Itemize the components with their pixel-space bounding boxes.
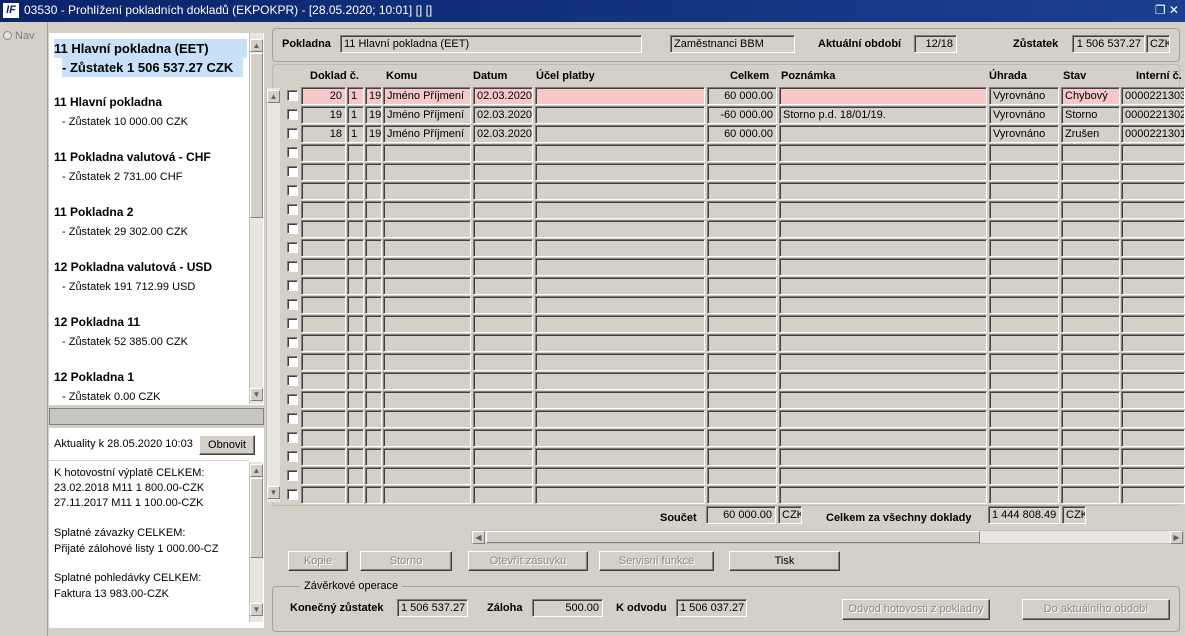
storno-button[interactable]: Storno	[360, 551, 452, 571]
window-controls[interactable]: ❐ ✕	[1155, 3, 1179, 17]
refresh-button[interactable]: Obnovit	[199, 435, 255, 455]
table-panel	[272, 64, 1180, 506]
closing-title: Závěrkové operace	[300, 580, 403, 592]
nav-strip: Nav	[0, 22, 48, 636]
service-button[interactable]: Servisní funkce	[599, 551, 714, 571]
cashbox-name: 12 Pokladna 11	[54, 315, 141, 329]
pokladna-label: Pokladna	[282, 38, 331, 50]
radio-icon	[3, 31, 12, 40]
sum-currency[interactable]: CZK	[778, 506, 802, 524]
info-line: Přijaté zálohové listy 1 000.00-CZ	[54, 543, 219, 555]
all-total-currency[interactable]: CZK	[1062, 506, 1086, 524]
actuality-label: Aktuality k 28.05.2020 10:03	[54, 438, 193, 450]
scroll-left-icon[interactable]: ◀	[472, 531, 485, 544]
print-button[interactable]: Tisk	[729, 551, 840, 571]
cashbox-balance: - Zůstatek 191 712.99 USD	[62, 281, 196, 293]
info-scrollbar[interactable]: ▲ ▼	[249, 462, 263, 622]
balance-field[interactable]: 1 506 537.27	[1072, 35, 1145, 53]
cashbox-item[interactable]: 12 Pokladna 11 - Zůstatek 52 385.00 CZK	[49, 315, 249, 355]
cashbox-balance: - Zůstatek 52 385.00 CZK	[62, 336, 188, 348]
all-total-field[interactable]: 1 444 808.49	[988, 506, 1060, 524]
scroll-thumb[interactable]	[250, 478, 263, 558]
cashbox-name: 12 Pokladna 1	[54, 370, 135, 384]
info-line: Splatné závazky CELKEM:	[54, 527, 186, 539]
column-header[interactable]: Datum	[473, 70, 507, 82]
scroll-up-icon[interactable]: ▲	[267, 90, 280, 103]
scroll-right-icon[interactable]: ▶	[1170, 531, 1183, 544]
column-header[interactable]: Úhrada	[989, 70, 1027, 82]
column-header[interactable]: Interní č.	[1136, 70, 1182, 82]
cashbox-item[interactable]: 12 Pokladna 1 - Zůstatek 0.00 CZK	[49, 370, 249, 410]
cashbox-balance: - Zůstatek 10 000.00 CZK	[62, 116, 188, 128]
advance-field[interactable]: 500.00	[532, 599, 603, 617]
cashbox-name: 11 Pokladna valutová - CHF	[54, 150, 211, 164]
cashbox-balance: - Zůstatek 0.00 CZK	[62, 391, 161, 403]
advance-label: Záloha	[487, 602, 523, 614]
transfer-label: K odvodu	[616, 602, 667, 614]
balance-label: Zůstatek	[1013, 38, 1059, 50]
scroll-up-icon[interactable]: ▲	[250, 39, 263, 52]
scroll-down-icon[interactable]: ▼	[250, 388, 263, 401]
cashbox-item[interactable]: 12 Pokladna valutová - USD - Zůstatek 19…	[49, 260, 249, 300]
window-title: 03530 - Prohlížení pokladních dokladů (E…	[24, 3, 433, 17]
to-current-period-button[interactable]: Do aktuálního období	[1022, 599, 1170, 620]
cashbox-item[interactable]: 11 Hlavní pokladna (EET) - Zůstatek 1 50…	[49, 39, 249, 79]
info-line: 27.11.2017 M11 1 100.00-CZK	[54, 497, 204, 509]
final-balance-label: Konečný zůstatek	[290, 602, 384, 614]
list-splitter[interactable]	[49, 408, 264, 425]
column-header[interactable]: Komu	[386, 70, 417, 82]
cashbox-balance: - Zůstatek 1 506 537.27 CZK	[62, 58, 243, 77]
cashbox-scrollbar[interactable]: ▲ ▼	[249, 33, 263, 404]
cashbox-list[interactable]: 11 Hlavní pokladna (EET) - Zůstatek 1 50…	[49, 33, 264, 405]
pokladna-field[interactable]: 11 Hlavní pokladna (EET)	[340, 35, 642, 53]
cash-transfer-button[interactable]: Odvod hotovosti z pokladny	[842, 599, 990, 620]
period-label: Aktuální období	[818, 38, 902, 50]
cashbox-balance: - Zůstatek 29 302.00 CZK	[62, 226, 188, 238]
cashbox-name: 11 Hlavní pokladna (EET)	[54, 39, 247, 58]
column-header[interactable]: Stav	[1063, 70, 1086, 82]
cashbox-name: 12 Pokladna valutová - USD	[54, 260, 213, 274]
info-line: Faktura 13 983.00-CZK	[54, 588, 169, 600]
info-line: Splatné pohledávky CELKEM:	[54, 572, 202, 584]
column-header[interactable]: Poznámka	[781, 70, 835, 82]
table-scrollbar[interactable]: ▲ ▼	[266, 88, 280, 502]
balance-currency[interactable]: CZK	[1146, 35, 1170, 53]
cashbox-item[interactable]: 11 Pokladna 2 - Zůstatek 29 302.00 CZK	[49, 205, 249, 245]
group-field[interactable]: Zaměstnanci BBM	[670, 35, 795, 53]
info-line: 23.02.2018 M11 1 800.00-CZK	[54, 482, 205, 494]
divider	[49, 460, 249, 461]
info-panel: Aktuality k 28.05.2020 10:03 Obnovit K h…	[49, 428, 264, 628]
nav-toggle[interactable]: Nav	[3, 30, 35, 42]
title-bar: IF 03530 - Prohlížení pokladních dokladů…	[0, 0, 1185, 22]
copy-button[interactable]: Kopie	[288, 551, 348, 571]
period-field[interactable]: 12/18	[914, 35, 957, 53]
column-header[interactable]: Doklad č.	[310, 70, 359, 82]
app-logo: IF	[3, 3, 19, 18]
info-line: K hotovostní výplatě CELKEM:	[54, 467, 205, 479]
final-balance-field[interactable]: 1 506 537.27	[397, 599, 468, 617]
sum-label: Součet	[660, 512, 697, 524]
hscroll-thumb[interactable]	[486, 531, 980, 543]
transfer-field[interactable]: 1 506 037.27	[676, 599, 747, 617]
scroll-thumb[interactable]	[250, 53, 263, 218]
cashbox-name: 11 Pokladna 2	[54, 205, 134, 219]
scroll-up-icon[interactable]: ▲	[250, 464, 263, 477]
cashbox-item[interactable]: 11 Pokladna valutová - CHF - Zůstatek 2 …	[49, 150, 249, 190]
table-hscrollbar[interactable]: ◀ ▶	[471, 530, 1184, 544]
cashbox-balance: - Zůstatek 2 731.00 CHF	[62, 171, 183, 183]
sum-field[interactable]: 60 000.00	[706, 506, 776, 524]
column-header[interactable]: Účel platby	[536, 70, 595, 82]
cashbox-item[interactable]: 11 Hlavní pokladna - Zůstatek 10 000.00 …	[49, 95, 249, 135]
scroll-down-icon[interactable]: ▼	[267, 486, 280, 499]
open-drawer-button[interactable]: Otevřít zásuvku	[468, 551, 588, 571]
scroll-down-icon[interactable]: ▼	[250, 603, 263, 616]
all-total-label: Celkem za všechny doklady	[826, 512, 972, 524]
column-header[interactable]: Celkem	[730, 70, 769, 82]
cashbox-name: 11 Hlavní pokladna	[54, 95, 163, 109]
